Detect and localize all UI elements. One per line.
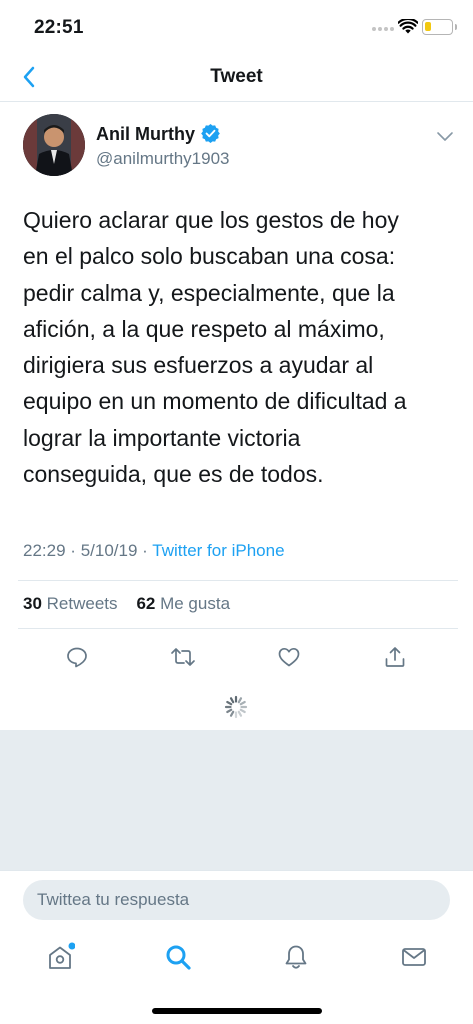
battery-fill — [425, 22, 431, 31]
tweet-text: Quiero aclarar que los gestos de hoy en … — [23, 202, 453, 492]
home-icon — [49, 942, 75, 969]
tweet-text-line: lograr la importante victoria — [23, 424, 301, 451]
empty-replies-area — [0, 730, 473, 870]
tweet-date: 5/10/19 — [80, 541, 138, 560]
tab-bar — [0, 935, 473, 979]
tweet-text-line: pedir calma y, especialmente, que la — [23, 279, 395, 306]
page-title: Tweet — [210, 66, 263, 87]
retweets-count: 30 — [23, 594, 42, 613]
tweet-text-line: conseguida, que es de todos. — [23, 461, 324, 488]
tweet-header: Anil Murthy @anilmurthy1903 — [0, 114, 473, 184]
reply-button[interactable] — [60, 640, 94, 674]
tweet-actions — [0, 640, 473, 674]
tab-messages[interactable] — [394, 935, 434, 979]
likes-label: Me gusta — [160, 594, 231, 613]
tweet-text-line: en el palco solo buscaban una cosa: — [23, 243, 396, 270]
likes-count: 62 — [136, 594, 156, 613]
tweet-meta: 22:29 · 5/10/19 · Twitter for iPhone — [23, 541, 285, 561]
avatar[interactable] — [23, 114, 85, 176]
reply-icon — [67, 647, 87, 668]
retweets-stat[interactable]: 30 Retweets — [23, 594, 118, 613]
status-time: 22:51 — [34, 17, 84, 38]
tweet-time: 22:29 — [23, 541, 66, 560]
battery-icon — [422, 19, 453, 35]
divider — [18, 580, 458, 581]
like-button[interactable] — [272, 640, 306, 674]
tab-home[interactable] — [40, 935, 80, 979]
messages-icon — [402, 948, 426, 966]
tweet-text-line: afición, a la que respeto al máximo, — [23, 315, 385, 342]
retweet-icon — [171, 648, 195, 666]
tab-notifications[interactable] — [276, 935, 316, 979]
divider — [18, 628, 458, 629]
like-icon — [278, 647, 300, 667]
share-button[interactable] — [378, 640, 412, 674]
author-handle[interactable]: @anilmurthy1903 — [96, 149, 230, 169]
likes-stat[interactable]: 62 Me gusta — [136, 594, 230, 613]
meta-separator: · — [70, 541, 76, 560]
retweets-label: Retweets — [46, 594, 118, 613]
tweet-text-line: equipo en un momento de dificultad a — [23, 388, 407, 415]
nav-bar: Tweet — [0, 56, 473, 102]
search-icon — [166, 945, 191, 970]
verified-badge-icon — [201, 124, 220, 143]
tab-search[interactable] — [158, 935, 198, 979]
meta-separator: · — [142, 541, 148, 560]
wifi-icon — [398, 19, 418, 34]
retweet-button[interactable] — [166, 640, 200, 674]
tweet-text-line: dirigiera sus esfuerzos a ayudar al — [23, 352, 374, 379]
cellular-signal-icon — [372, 27, 394, 33]
share-icon — [385, 647, 405, 667]
home-indicator — [152, 1008, 322, 1014]
chevron-down-icon[interactable] — [435, 128, 455, 144]
notifications-icon — [285, 945, 307, 969]
status-bar: 22:51 — [0, 0, 473, 56]
tweet-text-line: Quiero aclarar que los gestos de hoy — [23, 207, 399, 233]
tweet-stats: 30 Retweets 62 Me gusta — [23, 594, 230, 614]
loading-spinner-icon — [224, 695, 248, 719]
tweet-source-link[interactable]: Twitter for iPhone — [152, 541, 284, 560]
reply-input[interactable]: Twittea tu respuesta — [23, 880, 450, 920]
author-name[interactable]: Anil Murthy — [96, 124, 195, 145]
battery-cap — [455, 24, 457, 30]
